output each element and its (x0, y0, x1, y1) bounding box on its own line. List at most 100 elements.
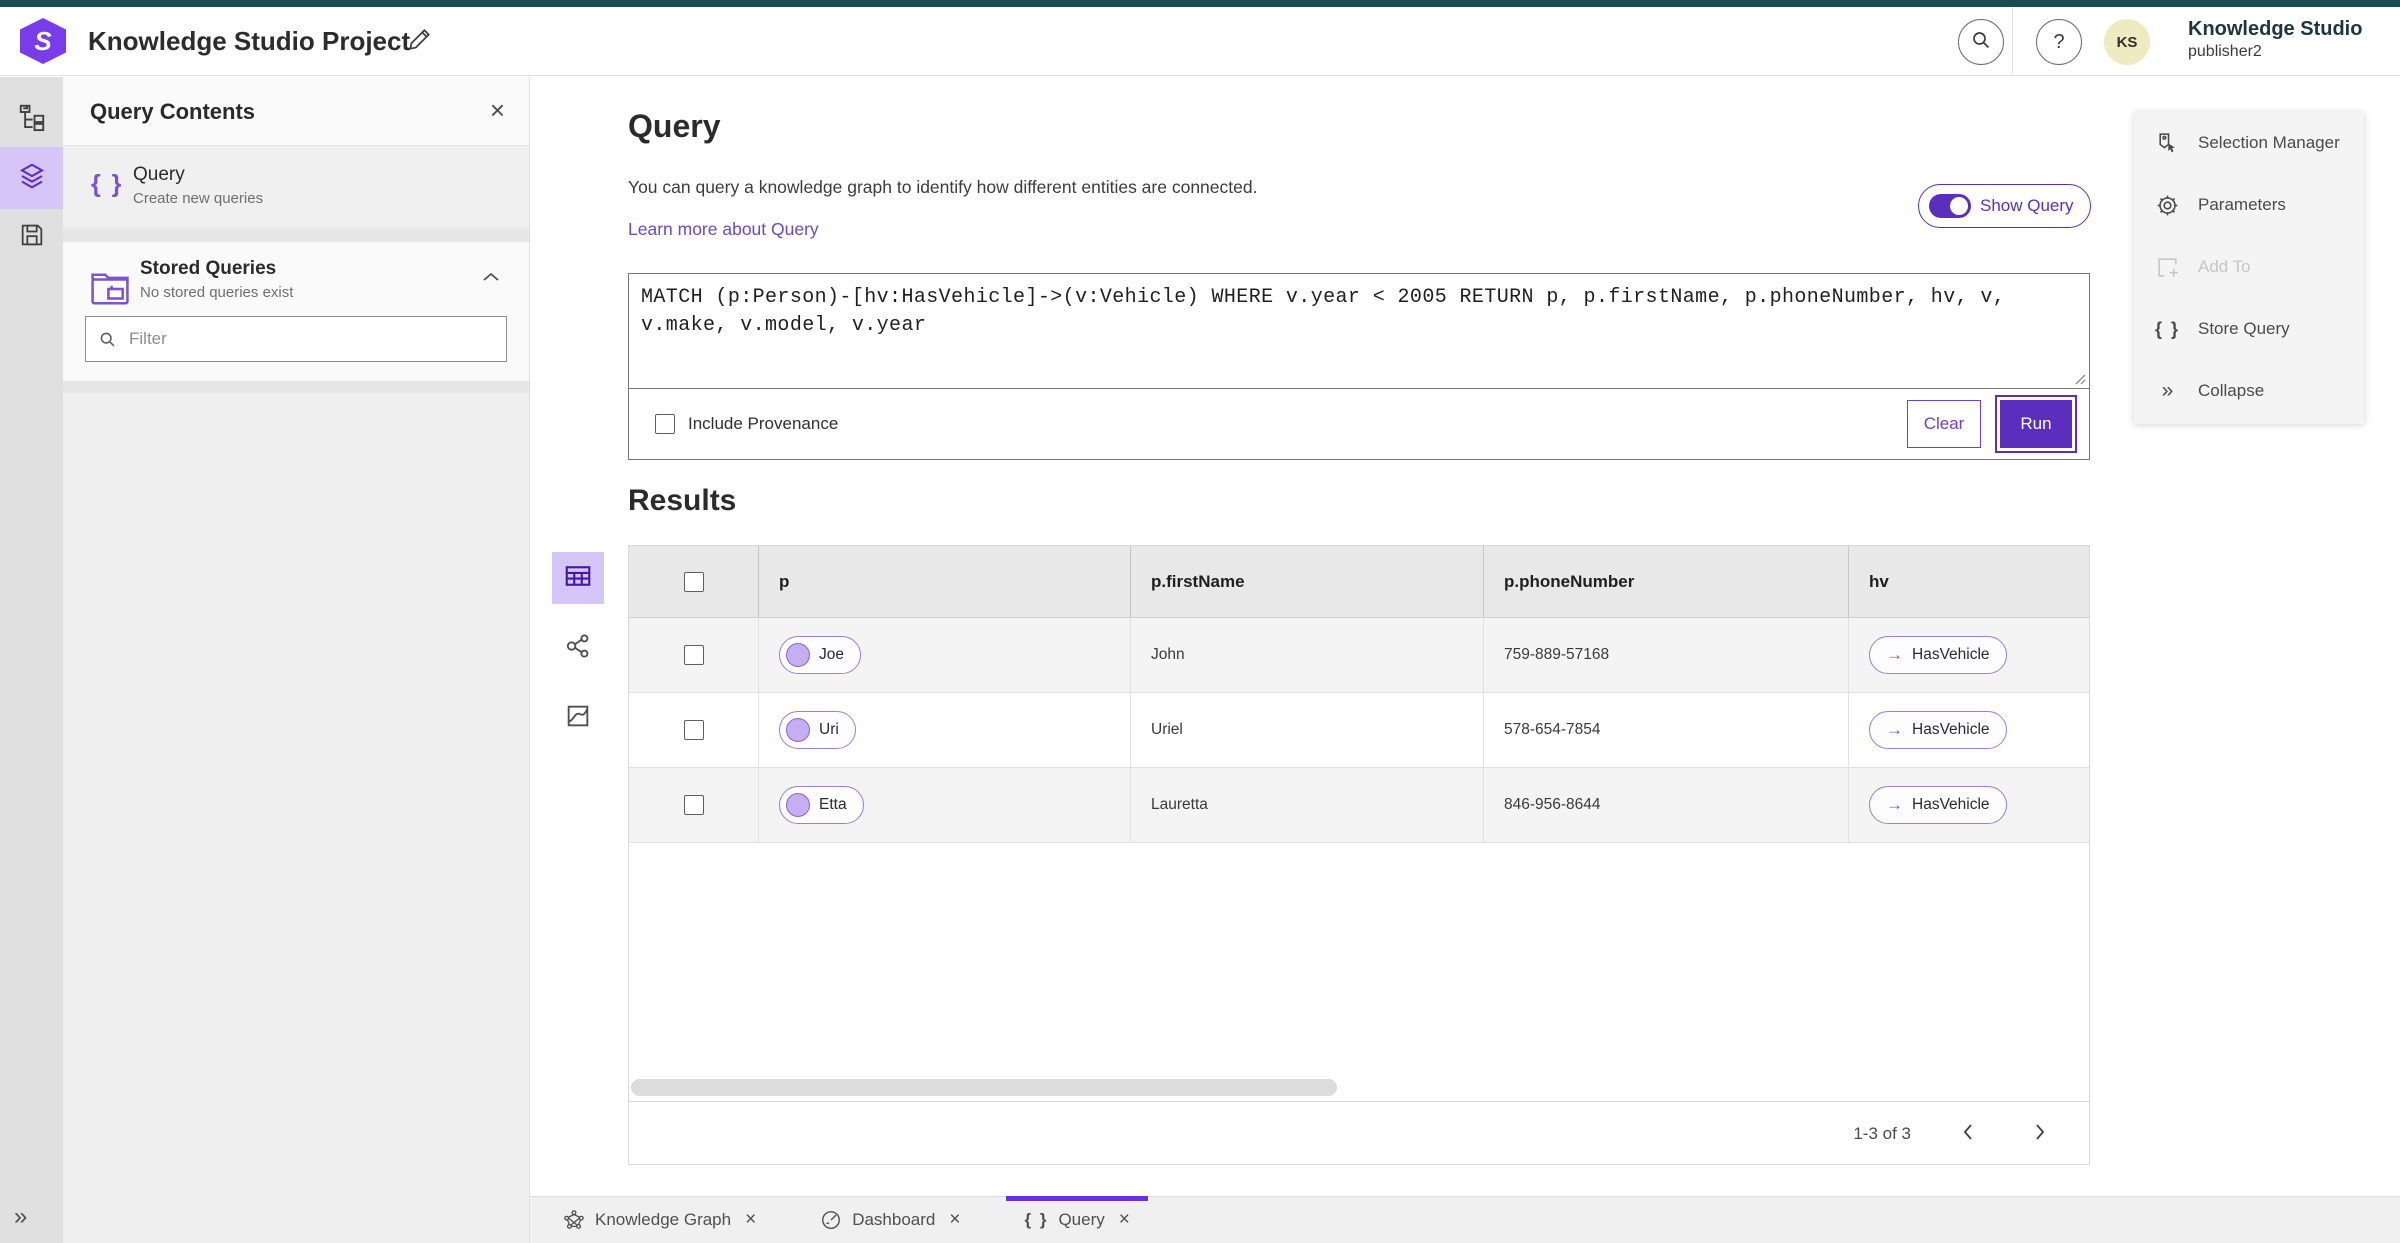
row-checkbox[interactable] (683, 720, 704, 740)
user-info: Knowledge Studio publisher2 (2188, 16, 2362, 62)
edge-pill[interactable]: → HasVehicle (1869, 711, 2007, 749)
user-avatar[interactable]: KS (2104, 19, 2150, 65)
arrow-right-icon: → (1886, 720, 1903, 739)
query-actions-menu: Selection Manager Parameters Add To {} … (2134, 112, 2364, 424)
results-title: Results (628, 484, 737, 517)
search-icon (1970, 29, 1992, 56)
row-checkbox[interactable] (683, 645, 704, 665)
chart-view-button[interactable] (552, 692, 604, 744)
query-item-subtitle: Create new queries (133, 190, 264, 207)
edit-title-button[interactable] (402, 25, 436, 59)
column-header-p[interactable]: p (759, 546, 1131, 617)
select-all-checkbox[interactable] (683, 571, 704, 592)
rail-save-button[interactable] (0, 209, 63, 265)
node-circle-icon (786, 643, 810, 667)
table-row: Etta Lauretta 846-956-8644 → HasVehicle (629, 768, 2089, 843)
column-header-phonenumber[interactable]: p.phoneNumber (1484, 546, 1849, 617)
chevron-right-icon (2032, 1122, 2048, 1145)
results-view-switcher (552, 552, 604, 762)
layers-icon (17, 161, 47, 196)
edge-pill[interactable]: → HasVehicle (1869, 636, 2007, 674)
include-provenance-label: Include Provenance (688, 414, 839, 433)
close-icon[interactable]: × (1119, 1209, 1130, 1231)
chevron-up-icon[interactable] (481, 270, 501, 289)
node-pill[interactable]: Etta (779, 786, 864, 824)
query-editor-footer: Include Provenance Clear Run (629, 389, 2089, 459)
left-icon-rail: » (0, 77, 63, 1243)
menu-item-add-to: Add To (2134, 236, 2364, 298)
query-contents-panel: Query Contents × { } Query Create new qu… (63, 77, 530, 1243)
node-pill[interactable]: Uri (779, 711, 856, 749)
close-icon: × (489, 95, 505, 125)
include-provenance-checkbox[interactable] (655, 414, 675, 434)
row-checkbox[interactable] (683, 795, 704, 815)
chevron-left-icon (1960, 1122, 1976, 1145)
rail-expand-button[interactable]: » (0, 1199, 63, 1235)
cell-firstname: John (1131, 618, 1484, 692)
menu-item-store-query[interactable]: { } Store Query (2134, 298, 2364, 360)
tab-knowledge-graph[interactable]: Knowledge Graph × (545, 1197, 774, 1243)
show-query-label: Show Query (1980, 196, 2074, 215)
dashboard-gauge-icon (820, 1209, 842, 1231)
run-button[interactable]: Run (1995, 395, 2077, 453)
help-button[interactable]: ? (2036, 19, 2082, 65)
query-editor-box: MATCH (p:Person)-[hv:HasVehicle]->(v:Veh… (628, 273, 2090, 460)
stored-queries-title: Stored Queries (140, 258, 277, 279)
resize-handle-icon[interactable] (2073, 372, 2086, 456)
page-description: You can query a knowledge graph to ident… (628, 177, 1258, 197)
clear-button[interactable]: Clear (1907, 400, 1981, 448)
search-icon (100, 332, 115, 347)
tab-query[interactable]: { } Query × (1006, 1195, 1149, 1243)
edge-pill[interactable]: → HasVehicle (1869, 786, 2007, 824)
panel-separator (63, 228, 529, 242)
search-button[interactable] (1958, 19, 2004, 65)
column-header-hv[interactable]: hv (1849, 546, 2089, 617)
panel-item-query[interactable]: { } Query Create new queries (63, 146, 529, 228)
stored-queries-section: Stored Queries No stored queries exist (63, 242, 529, 380)
close-icon[interactable]: × (949, 1209, 960, 1231)
project-title: Knowledge Studio Project (88, 26, 411, 56)
graph-view-button[interactable] (552, 622, 604, 674)
hierarchy-icon (17, 102, 47, 137)
rail-query-button[interactable] (0, 147, 63, 209)
arrow-right-icon: → (1886, 645, 1903, 664)
table-view-button[interactable] (552, 552, 604, 604)
show-query-toggle[interactable]: Show Query (1918, 184, 2091, 228)
tab-dashboard[interactable]: Dashboard × (802, 1197, 978, 1243)
next-page-button[interactable] (2025, 1119, 2055, 1149)
page-title: Query (628, 108, 721, 144)
query-textarea[interactable]: MATCH (p:Person)-[hv:HasVehicle]->(v:Veh… (629, 274, 2089, 389)
query-item-title: Query (133, 164, 185, 185)
cell-phonenumber: 578-654-7854 (1484, 693, 1849, 767)
user-name-label: publisher2 (2188, 43, 2262, 60)
panel-close-button[interactable]: × (490, 95, 505, 126)
learn-more-link[interactable]: Learn more about Query (628, 219, 819, 240)
previous-page-button[interactable] (1953, 1119, 1983, 1149)
collapse-icon: » (2161, 379, 2174, 402)
selection-manager-icon (2154, 131, 2181, 156)
user-org-label: Knowledge Studio (2188, 18, 2363, 40)
menu-item-collapse[interactable]: » Collapse (2134, 360, 2364, 422)
graph-share-icon (564, 632, 592, 665)
braces-icon: { } (91, 170, 124, 198)
column-header-firstname[interactable]: p.firstName (1131, 546, 1484, 617)
app-logo-icon: S (20, 18, 66, 64)
node-pill[interactable]: Joe (779, 636, 861, 674)
menu-item-parameters[interactable]: Parameters (2134, 174, 2364, 236)
horizontal-scrollbar[interactable] (631, 1079, 1337, 1096)
node-circle-icon (786, 718, 810, 742)
table-row: Uri Uriel 578-654-7854 → HasVehicle (629, 693, 2089, 768)
arrow-right-icon: → (1886, 795, 1903, 814)
save-icon (18, 221, 46, 254)
header-divider (2012, 7, 2013, 76)
table-header-row: p p.firstName p.phoneNumber hv (629, 546, 2089, 618)
filter-input[interactable] (129, 329, 494, 349)
close-icon[interactable]: × (745, 1209, 756, 1231)
menu-item-selection-manager[interactable]: Selection Manager (2134, 112, 2364, 174)
stored-queries-subtitle: No stored queries exist (140, 284, 294, 301)
panel-title: Query Contents (90, 99, 256, 124)
rail-model-button[interactable] (0, 91, 63, 147)
stored-queries-filter (85, 316, 507, 362)
braces-icon: { } (2154, 318, 2180, 339)
results-table: p p.firstName p.phoneNumber hv Joe John … (628, 545, 2090, 1165)
